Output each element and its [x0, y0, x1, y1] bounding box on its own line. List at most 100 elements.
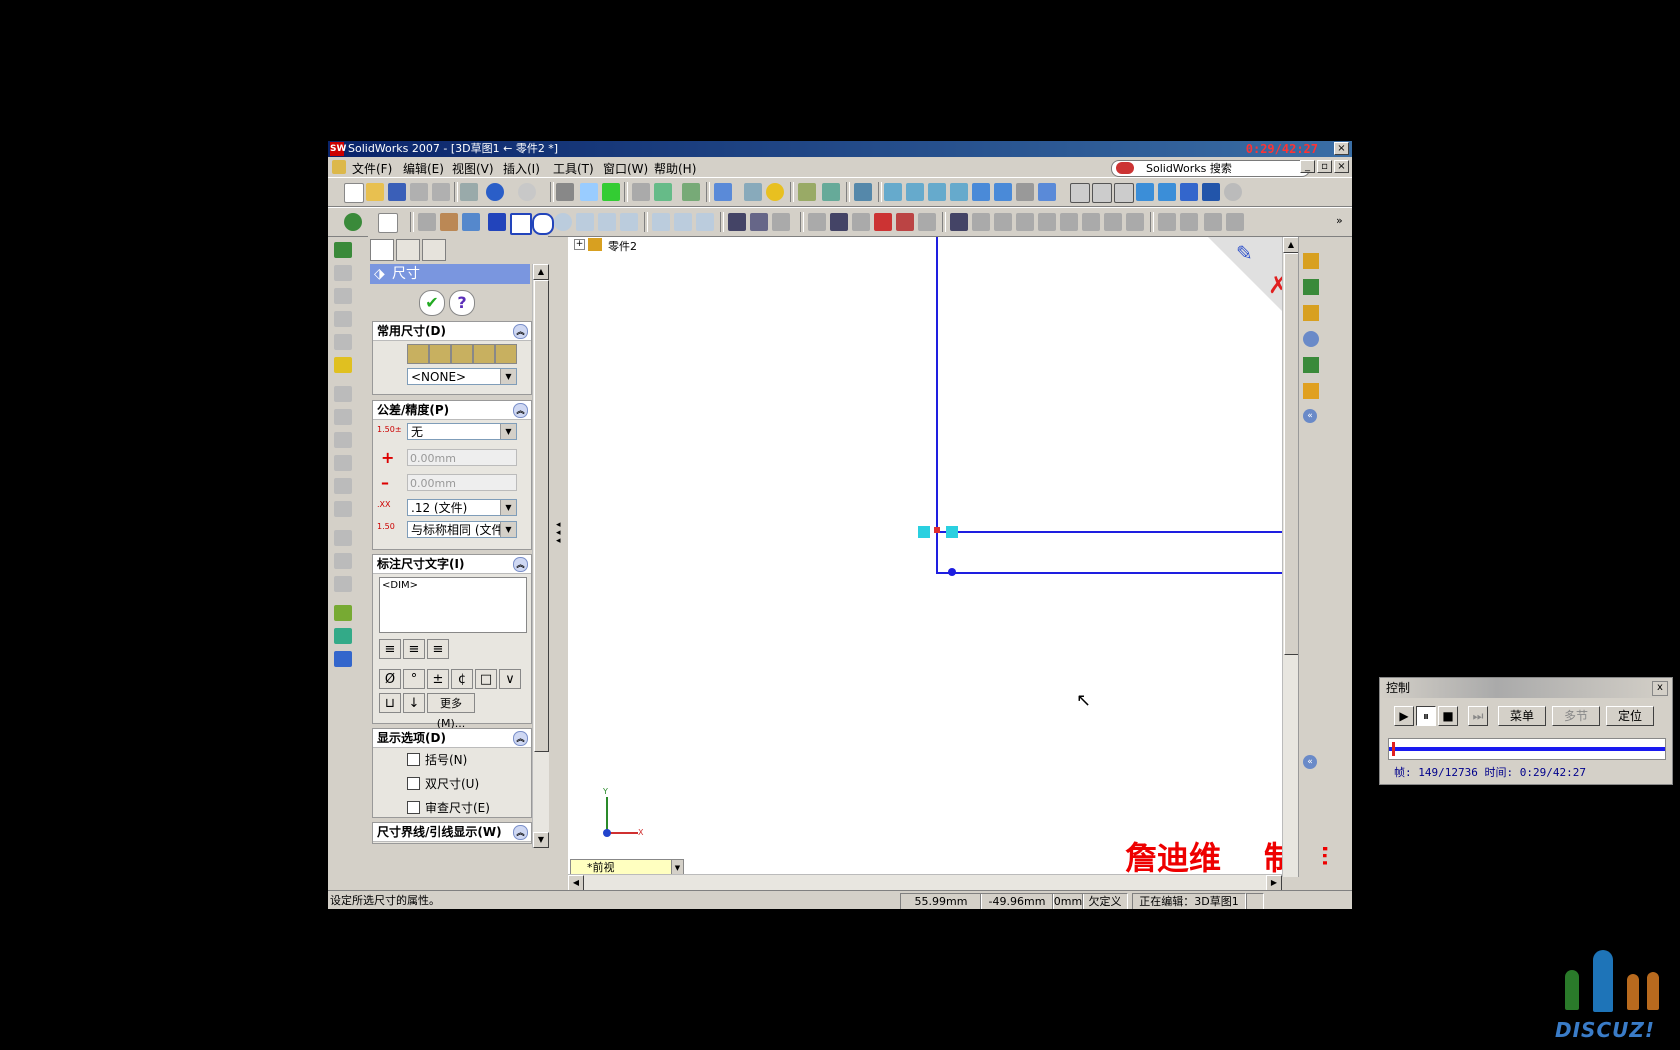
- shell-icon[interactable]: [1082, 213, 1100, 231]
- play-icon[interactable]: ▶: [1394, 706, 1414, 726]
- add-favorite-icon[interactable]: [429, 344, 451, 364]
- arc-icon[interactable]: [554, 213, 572, 231]
- menu-tools[interactable]: 工具(T): [553, 160, 594, 177]
- cut-icon[interactable]: [1038, 213, 1056, 231]
- line-icon[interactable]: [488, 213, 506, 231]
- new-icon[interactable]: [344, 183, 364, 203]
- reference-geometry-icon[interactable]: [334, 605, 352, 621]
- scroll-up-icon[interactable]: ▲: [533, 264, 549, 280]
- close-window-button[interactable]: ×: [1334, 142, 1349, 155]
- inspection-checkbox[interactable]: [407, 801, 420, 814]
- shaded-icon[interactable]: [1158, 183, 1176, 201]
- section-view-icon[interactable]: [1202, 183, 1220, 201]
- wireframe-icon[interactable]: [1070, 183, 1090, 203]
- relations-icon[interactable]: [874, 213, 892, 231]
- rib-icon[interactable]: [1104, 213, 1122, 231]
- centerline-icon[interactable]: [696, 213, 714, 231]
- mirror-feature-icon[interactable]: [1204, 213, 1222, 231]
- menu-edit[interactable]: 编辑(E): [403, 160, 444, 177]
- realview-icon[interactable]: [1224, 183, 1242, 201]
- extruded-boss-icon[interactable]: [334, 242, 352, 258]
- mirror-icon[interactable]: [808, 213, 826, 231]
- convert-icon[interactable]: [830, 213, 848, 231]
- rectangle-icon[interactable]: [510, 213, 532, 235]
- rib-feature-icon[interactable]: [334, 432, 352, 448]
- design-library-icon[interactable]: [1303, 279, 1319, 295]
- revolved-boss-icon[interactable]: [334, 265, 352, 281]
- loft-icon[interactable]: [1016, 213, 1034, 231]
- solidworks-search-field[interactable]: SolidWorks 搜索: [1111, 160, 1310, 177]
- spline-icon[interactable]: [652, 213, 670, 231]
- hidden-lines-visible-icon[interactable]: [1092, 183, 1112, 203]
- appearances-icon[interactable]: [1303, 383, 1319, 399]
- doc-restore-button[interactable]: ▫: [1317, 160, 1332, 173]
- favorites-group-title[interactable]: 常用尺寸(D) ︽: [373, 322, 531, 341]
- chamfer-icon[interactable]: [334, 409, 352, 425]
- menu-view[interactable]: 视图(V): [452, 160, 494, 177]
- display-style-icon[interactable]: [1038, 183, 1056, 201]
- redo-icon[interactable]: [518, 183, 536, 201]
- menu-window[interactable]: 窗口(W): [603, 160, 648, 177]
- favorite-select[interactable]: <NONE> ▼: [407, 368, 517, 385]
- instant3d-icon[interactable]: [334, 651, 352, 667]
- print-icon[interactable]: [432, 183, 450, 201]
- smart-dimension-icon[interactable]: [378, 213, 398, 233]
- menu-insert[interactable]: 插入(I): [503, 160, 540, 177]
- split-icon[interactable]: [852, 213, 870, 231]
- align-right-icon[interactable]: ≡: [427, 639, 449, 659]
- scroll-left-icon[interactable]: ◀: [568, 875, 584, 891]
- draft-feature-icon[interactable]: [334, 478, 352, 494]
- diameter-symbol-button[interactable]: Ø: [379, 669, 401, 689]
- linear-pattern-icon[interactable]: [334, 530, 352, 546]
- pattern-icon[interactable]: [1158, 213, 1176, 231]
- options-icon[interactable]: [654, 183, 672, 201]
- toolbox-icon[interactable]: [744, 183, 762, 201]
- tolerance-precision-select[interactable]: 与标称相同 (文件) ▼: [407, 521, 517, 538]
- view-palette-icon[interactable]: [1303, 357, 1319, 373]
- home-icon[interactable]: [1303, 253, 1319, 269]
- curves-icon[interactable]: [334, 628, 352, 644]
- precision-select[interactable]: .12 (文件) ▼: [407, 499, 517, 516]
- dome-icon[interactable]: [334, 501, 352, 517]
- grid-icon[interactable]: [632, 183, 650, 201]
- collapse-pane-icon[interactable]: «: [1303, 409, 1317, 423]
- save-favorite-icon[interactable]: [473, 344, 495, 364]
- open-icon[interactable]: [366, 183, 384, 201]
- extend-icon[interactable]: [750, 213, 768, 231]
- view-orientation-icon[interactable]: [1016, 183, 1034, 201]
- pause-icon[interactable]: ⏸: [1416, 706, 1436, 726]
- print-setup-icon[interactable]: [460, 183, 478, 201]
- pencil-dimension-icon[interactable]: [462, 213, 480, 231]
- propertymanager-tab[interactable]: [396, 239, 420, 261]
- expand-pane-icon[interactable]: «: [1303, 755, 1317, 769]
- extruded-cut-icon[interactable]: [334, 334, 352, 350]
- zoom-selection-icon[interactable]: [950, 183, 968, 201]
- hole-wizard-icon[interactable]: [334, 357, 352, 373]
- select-icon[interactable]: [556, 183, 574, 201]
- repair-sketch-icon[interactable]: [918, 213, 936, 231]
- traffic-light-icon[interactable]: [602, 183, 620, 201]
- sketch-line-top[interactable]: [936, 531, 1282, 533]
- save-icon[interactable]: [388, 183, 406, 201]
- draft-icon[interactable]: [1126, 213, 1144, 231]
- point-icon[interactable]: [674, 213, 692, 231]
- doc-close-button[interactable]: ×: [1334, 160, 1349, 173]
- stop-icon[interactable]: ■: [1438, 706, 1458, 726]
- menu-help[interactable]: 帮助(H): [654, 160, 696, 177]
- display-options-group-title[interactable]: 显示选项(D) ︽: [373, 729, 531, 748]
- 3d-sketch-icon[interactable]: [344, 213, 362, 231]
- reference-icon[interactable]: [1226, 213, 1244, 231]
- control-close-button[interactable]: x: [1652, 681, 1668, 696]
- app-menu-icon[interactable]: [332, 160, 346, 174]
- measure-icon[interactable]: [854, 183, 872, 201]
- lofted-boss-icon[interactable]: [334, 311, 352, 327]
- hole-icon[interactable]: [1060, 213, 1078, 231]
- square-symbol-button[interactable]: □: [475, 669, 497, 689]
- undo-icon[interactable]: [486, 183, 504, 201]
- parentheses-checkbox[interactable]: [407, 753, 420, 766]
- menu-file[interactable]: 文件(F): [352, 160, 392, 177]
- load-favorite-icon[interactable]: [495, 344, 517, 364]
- collapse-icon[interactable]: ︽: [513, 825, 528, 840]
- print-preview-icon[interactable]: [410, 183, 428, 201]
- featuremanager-tab[interactable]: [370, 239, 394, 261]
